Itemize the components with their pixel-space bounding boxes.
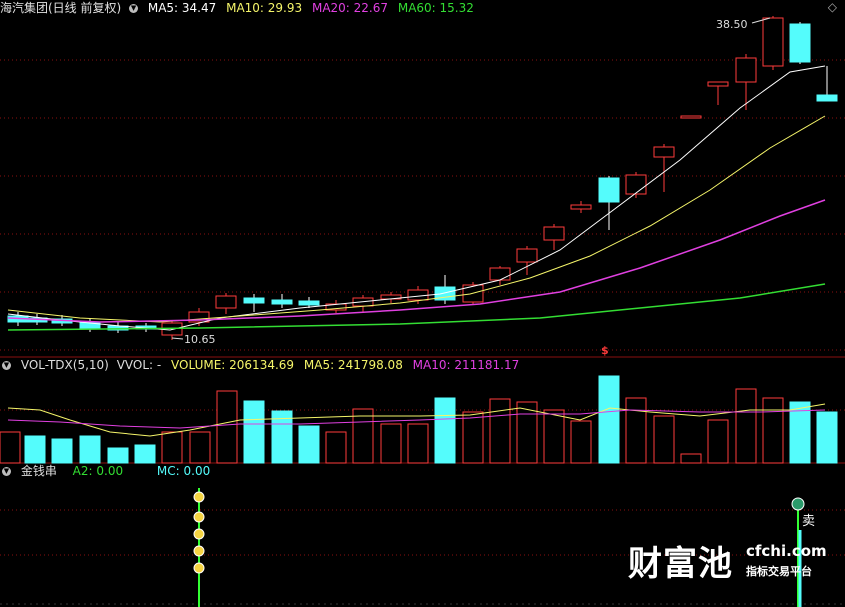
volume-bar — [0, 431, 21, 464]
volume-bar — [79, 435, 101, 464]
volume-bar — [134, 444, 156, 464]
candle-body — [762, 17, 784, 67]
watermark-tagline: 指标交易平台 — [746, 565, 812, 578]
volume-bar — [489, 398, 511, 464]
watermark-logo: 财富池 cfchi.com 指标交易平台 — [628, 536, 828, 586]
a2-label: A2: 0.00 — [72, 464, 124, 478]
candle-body — [680, 115, 702, 119]
candle-body — [298, 300, 320, 306]
candle-body — [707, 81, 729, 87]
volume-bar — [707, 419, 729, 464]
candle-body — [243, 297, 265, 304]
candlestick-series — [7, 16, 838, 340]
volume-bar — [216, 390, 238, 464]
volume-ma5: MA5: 241798.08 — [303, 358, 403, 372]
volume-bar — [298, 425, 320, 464]
volume-bars — [0, 375, 838, 464]
volume-toggle-icon[interactable]: ▼ — [2, 361, 11, 370]
sell-signal-icon — [791, 497, 805, 511]
volume-bar — [570, 420, 592, 464]
volume-bar — [189, 431, 211, 464]
volume-panel-header: ▼ VOL-TDX(5,10) VVOL: - VOLUME: 206134.6… — [0, 357, 525, 373]
volume-ma10: MA10: 211181.17 — [412, 358, 520, 372]
indicator-panel-header: ▼ 金钱串 A2: 0.00 MC: 0.00 — [0, 463, 216, 479]
volume-bar — [243, 400, 265, 464]
indicator-name: 金钱串 — [20, 464, 57, 478]
volume-bar — [434, 397, 456, 464]
candle-body — [543, 226, 565, 241]
volume-bar — [762, 397, 784, 464]
candle-body — [489, 267, 511, 281]
candle-body — [598, 177, 620, 203]
volume-value: VOLUME: 206134.69 — [171, 358, 295, 372]
volume-indicator-name: VOL-TDX(5,10) — [20, 358, 109, 372]
candle-body — [625, 174, 647, 195]
volume-bar — [462, 411, 484, 464]
volume-bar — [407, 423, 429, 464]
candle-body — [735, 57, 757, 83]
watermark-url: cfchi.com — [746, 542, 827, 560]
ma20-line — [7, 199, 826, 323]
mc-label: MC: 0.00 — [156, 464, 211, 478]
volume-bar — [325, 431, 347, 464]
signal-mark: $ — [601, 344, 609, 357]
watermark-brand: 财富池 — [628, 544, 733, 584]
stock-chart: 38.50 10.65 $ 卖 — [0, 16, 845, 607]
candle-body — [816, 94, 838, 102]
volume-bar — [24, 435, 46, 464]
volume-bar — [598, 375, 620, 464]
volume-bar — [680, 453, 702, 464]
volume-bar — [352, 408, 374, 464]
volume-bar — [816, 411, 838, 464]
volume-bar — [653, 415, 675, 464]
high-price-label: 38.50 — [716, 18, 748, 31]
vvol-label: VVOL: - — [116, 358, 162, 372]
low-price-label: 10.65 — [184, 333, 216, 346]
sell-label: 卖 — [802, 514, 815, 529]
candle-body — [516, 248, 538, 263]
volume-bar — [51, 438, 73, 464]
candle-body — [215, 295, 237, 309]
volume-bar — [735, 388, 757, 464]
volume-bar — [107, 447, 129, 464]
volume-bar — [161, 431, 183, 464]
volume-bar — [380, 423, 402, 464]
candle-body — [271, 299, 293, 305]
candle-body — [653, 146, 675, 158]
candle-body — [789, 23, 811, 63]
candle-body — [570, 204, 592, 210]
volume-bar — [543, 409, 565, 464]
volume-bar — [625, 397, 647, 464]
indicator-toggle-icon[interactable]: ▼ — [2, 467, 11, 476]
